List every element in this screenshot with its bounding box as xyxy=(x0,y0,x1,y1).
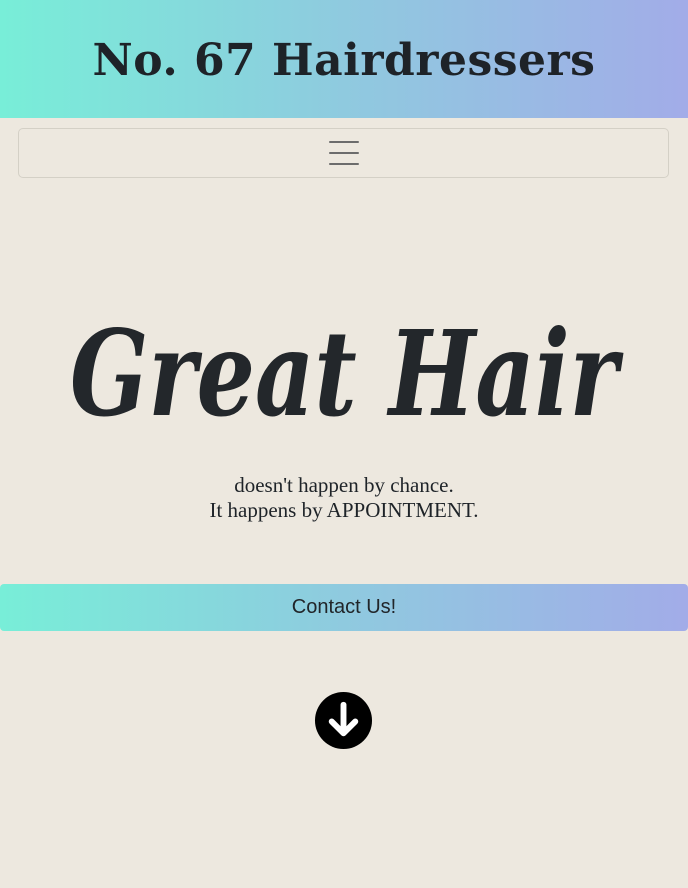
tagline-line-2: It happens by APPOINTMENT. xyxy=(209,498,479,522)
hamburger-line xyxy=(328,141,359,143)
hero-script-title: Great Hair xyxy=(70,304,624,443)
navbar xyxy=(18,128,669,178)
arrow-down-circle-icon[interactable] xyxy=(314,691,373,750)
site-header: No. 67 Hairdressers xyxy=(0,0,688,118)
site-title: No. 67 Hairdressers xyxy=(92,34,596,86)
hamburger-line xyxy=(328,163,359,165)
hero-script-text: Great Hair xyxy=(70,304,624,443)
hamburger-line xyxy=(328,152,359,154)
contact-us-button[interactable]: Contact Us! xyxy=(0,584,688,631)
hero-tagline: doesn't happen by chance. It happens by … xyxy=(0,473,688,523)
hamburger-menu-icon[interactable] xyxy=(328,141,359,165)
tagline-line-1: doesn't happen by chance. xyxy=(234,473,454,497)
